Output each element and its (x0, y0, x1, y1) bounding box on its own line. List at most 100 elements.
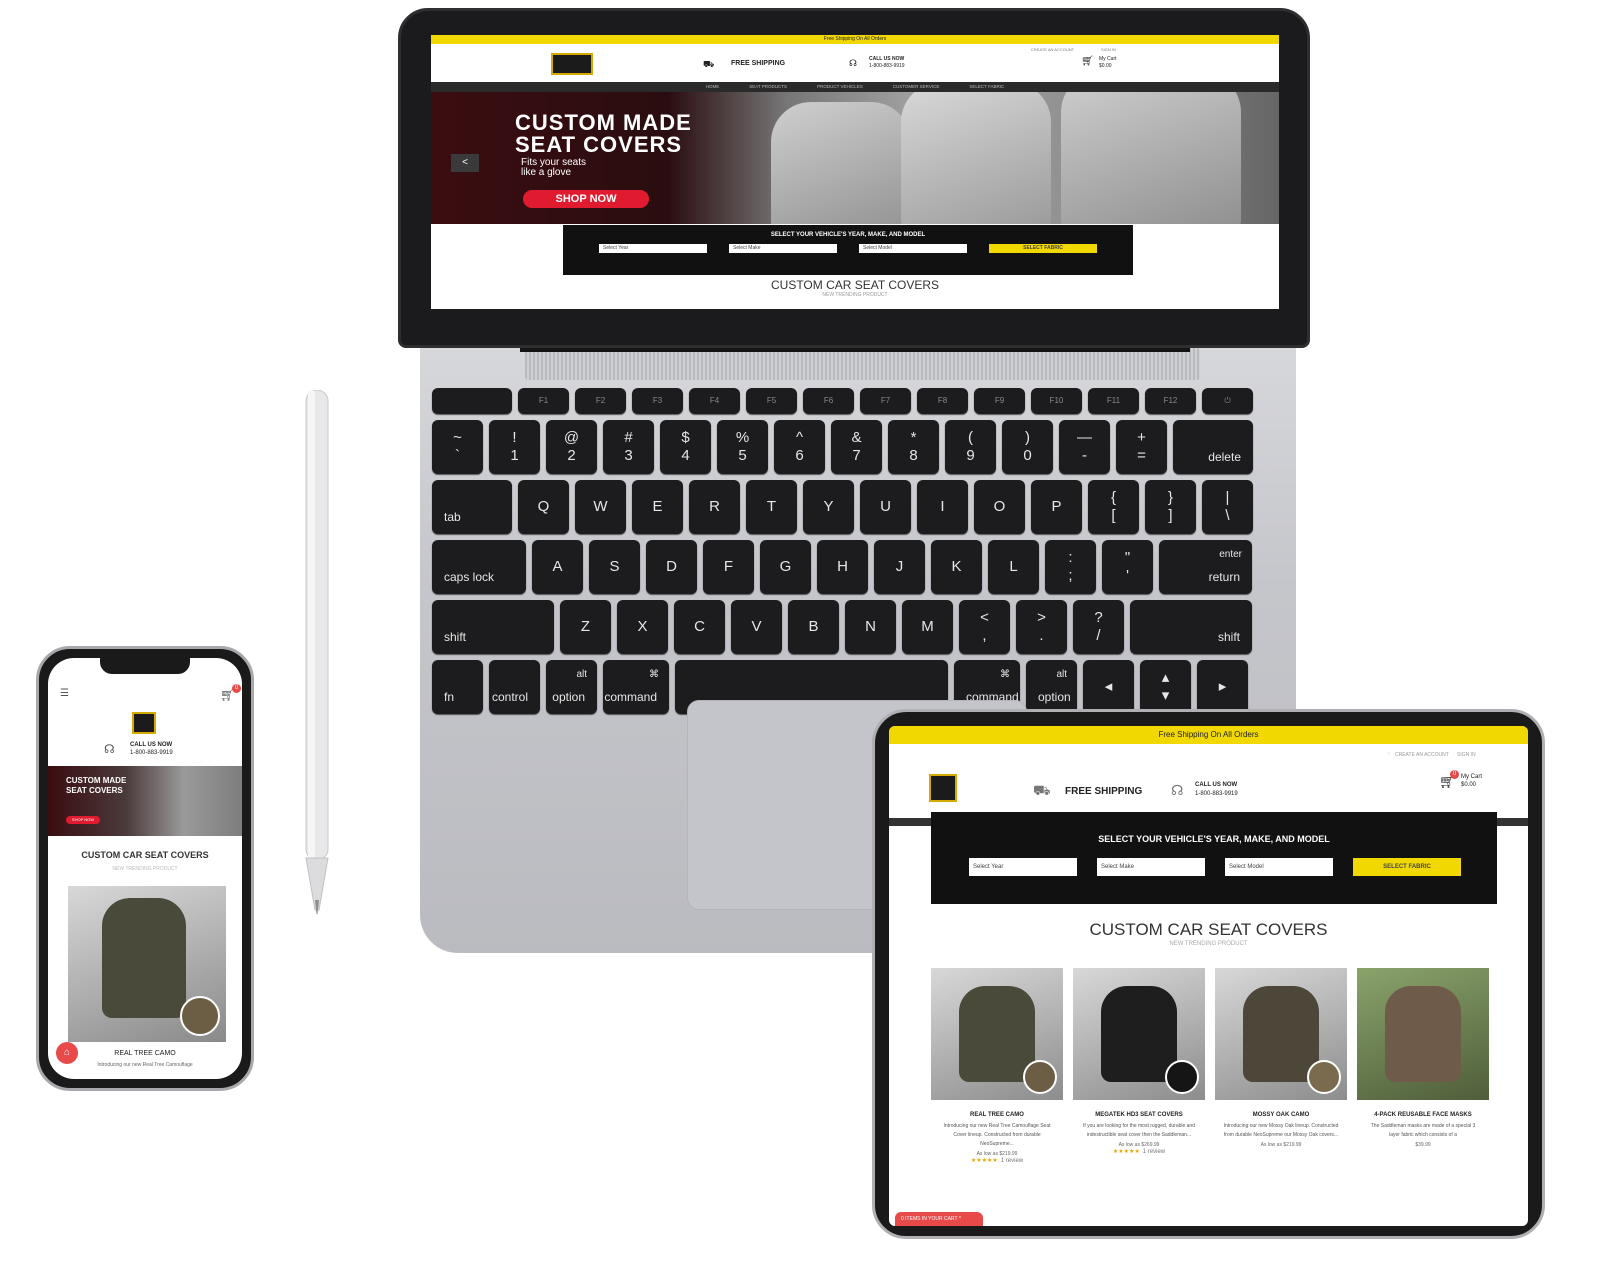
cart-label[interactable]: My Cart (1099, 56, 1117, 62)
call-number[interactable]: 1-800-883-9919 (1195, 791, 1238, 797)
function-key[interactable]: F4 (689, 388, 740, 414)
option-key[interactable]: alt option (1026, 660, 1077, 714)
product-card[interactable]: MEGATEK HD3 SEAT COVERS If you are lookin… (1073, 968, 1205, 1155)
brand-logo[interactable] (551, 53, 593, 75)
number-key[interactable]: @2 (546, 420, 597, 474)
call-number[interactable]: 1-800-883-9919 (130, 750, 173, 756)
model-select[interactable]: Select Model (1225, 858, 1333, 876)
letter-key[interactable]: K (931, 540, 982, 594)
product-card[interactable]: 4-PACK REUSABLE FACE MASKS The Saddleman … (1357, 968, 1489, 1148)
letter-key[interactable]: D (646, 540, 697, 594)
punctuation-key[interactable]: " ' (1102, 540, 1153, 594)
nav-item[interactable]: PRODUCT VEHICLES (817, 82, 863, 92)
letter-key[interactable]: X (617, 600, 668, 654)
letter-key[interactable]: A (532, 540, 583, 594)
cart-label[interactable]: My Cart (1461, 774, 1482, 780)
power-key[interactable]: ⏻ (1202, 388, 1253, 414)
product-image[interactable] (68, 886, 226, 1042)
model-select[interactable]: Select Model (859, 244, 967, 253)
caps-lock-key[interactable]: caps lock (432, 540, 526, 594)
make-select[interactable]: Select Make (1097, 858, 1205, 876)
product-card[interactable]: MOSSY OAK CAMO Introducing our new Mossy … (1215, 968, 1347, 1148)
control-key[interactable]: control (489, 660, 540, 714)
number-key[interactable]: & 7 (831, 420, 882, 474)
tab-key[interactable]: tab (432, 480, 512, 534)
letter-key[interactable]: P (1031, 480, 1082, 534)
sign-in-link[interactable]: SIGN IN (1101, 47, 1116, 52)
number-key[interactable]: — - (1059, 420, 1110, 474)
letter-key[interactable]: I (917, 480, 968, 534)
letter-key[interactable]: J (874, 540, 925, 594)
product-name[interactable]: MOSSY OAK CAMO (1215, 1112, 1347, 1118)
punctuation-key[interactable]: :; (1045, 540, 1096, 594)
letter-key[interactable]: W (575, 480, 626, 534)
delete-key[interactable]: delete (1173, 420, 1253, 474)
nav-item[interactable]: SEAT PRODUCTS (749, 82, 787, 92)
make-select[interactable]: Select Make (729, 244, 837, 253)
create-account-link[interactable]: CREATE AN ACCOUNT (1031, 47, 1074, 52)
function-key[interactable]: F7 (860, 388, 911, 414)
letter-key[interactable]: N (845, 600, 896, 654)
letter-key[interactable]: H (817, 540, 868, 594)
product-name[interactable]: REAL TREE CAMO (931, 1112, 1063, 1118)
letter-key[interactable]: C (674, 600, 725, 654)
select-fabric-button[interactable]: SELECT FABRIC (989, 244, 1097, 253)
return-key[interactable]: enter return (1159, 540, 1252, 594)
letter-key[interactable]: O (974, 480, 1025, 534)
punctuation-key[interactable]: ? / (1073, 600, 1124, 654)
cart-tab[interactable]: 0 ITEMS IN YOUR CART ^ (895, 1212, 983, 1226)
shop-now-button[interactable]: SHOP NOW (523, 190, 649, 208)
call-number[interactable]: 1-800-883-9919 (869, 63, 905, 69)
product-image[interactable] (931, 968, 1063, 1100)
arrow-up-down-key[interactable]: ▴ ▾ (1140, 660, 1191, 714)
letter-key[interactable]: G (760, 540, 811, 594)
brand-logo[interactable] (132, 712, 156, 734)
number-key[interactable]: ) 0 (1002, 420, 1053, 474)
number-key[interactable]: + = (1116, 420, 1167, 474)
product-image[interactable] (1215, 968, 1347, 1100)
year-select[interactable]: Select Year (599, 244, 707, 253)
carousel-prev-button[interactable]: < (451, 154, 479, 172)
cart-icon[interactable]: 🛒︎ (1081, 56, 1094, 67)
letter-key[interactable]: U (860, 480, 911, 534)
function-key[interactable]: F6 (803, 388, 854, 414)
review-count[interactable]: 1 review (1001, 1158, 1023, 1164)
letter-key[interactable]: Z (560, 600, 611, 654)
bracket-key[interactable]: }] (1145, 480, 1196, 534)
product-name[interactable]: 4-PACK REUSABLE FACE MASKS (1357, 1112, 1489, 1118)
nav-item[interactable]: SELECT FABRIC (969, 82, 1004, 92)
option-key[interactable]: alt option (546, 660, 597, 714)
letter-key[interactable]: F (703, 540, 754, 594)
shop-now-button[interactable]: SHOP NOW (66, 816, 100, 824)
product-name[interactable]: MEGATEK HD3 SEAT COVERS (1073, 1112, 1205, 1118)
number-key[interactable]: * 8 (888, 420, 939, 474)
number-key[interactable]: (9 (945, 420, 996, 474)
letter-key[interactable]: E (632, 480, 683, 534)
right-shift-key[interactable]: shift (1130, 600, 1252, 654)
function-key[interactable]: F1 (518, 388, 569, 414)
punctuation-key[interactable]: >. (1016, 600, 1067, 654)
letter-key[interactable]: V (731, 600, 782, 654)
brand-logo[interactable] (929, 774, 957, 802)
hamburger-menu-icon[interactable]: ☰ (60, 688, 69, 699)
number-key[interactable]: ! 1 (489, 420, 540, 474)
sign-in-link[interactable]: SIGN IN (1457, 752, 1476, 758)
bracket-key[interactable]: {[ (1088, 480, 1139, 534)
function-key[interactable]: F8 (917, 388, 968, 414)
function-key[interactable]: F10 (1031, 388, 1082, 414)
punctuation-key[interactable]: <, (959, 600, 1010, 654)
number-key[interactable]: ~ ` (432, 420, 483, 474)
fn-key[interactable]: fn (432, 660, 483, 714)
year-select[interactable]: Select Year (969, 858, 1077, 876)
review-count[interactable]: 1 review (1143, 1149, 1165, 1155)
function-key[interactable] (432, 388, 512, 414)
number-key[interactable]: #3 (603, 420, 654, 474)
number-key[interactable]: $4 (660, 420, 711, 474)
letter-key[interactable]: T (746, 480, 797, 534)
command-key[interactable]: ⌘ command (603, 660, 669, 714)
function-key[interactable]: F2 (575, 388, 626, 414)
function-key[interactable]: F5 (746, 388, 797, 414)
letter-key[interactable]: B (788, 600, 839, 654)
product-card[interactable]: REAL TREE CAMO Introducing our new Real T… (931, 968, 1063, 1164)
number-key[interactable]: ^ 6 (774, 420, 825, 474)
